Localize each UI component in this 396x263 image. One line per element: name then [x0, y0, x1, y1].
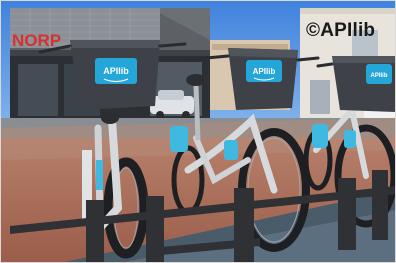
bike-3-brand: APIlib	[370, 73, 387, 79]
bike-3-basket	[332, 56, 396, 112]
photo-credit: ©APIlib	[306, 20, 376, 41]
storefront-sign: NORP	[12, 31, 61, 50]
bike-2-brand: APIlib	[253, 67, 276, 76]
bike-2-basket	[228, 48, 298, 110]
bike-1-brand: APIlib	[103, 66, 129, 76]
